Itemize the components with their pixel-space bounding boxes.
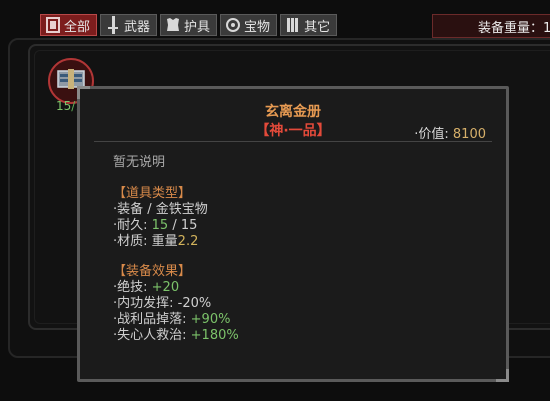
item-effect-row: ·绝技: +20	[113, 280, 239, 296]
tooltip-divider	[94, 141, 492, 142]
item-effect-value: +20	[151, 280, 180, 295]
tab-weapons-label: 武器	[124, 19, 151, 35]
armor-icon	[165, 16, 181, 34]
all-icon	[45, 16, 61, 34]
item-effect-value: -20%	[177, 296, 212, 311]
tooltip-body: 暂无说明 【道具类型】 ·装备 / 金铁宝物 ·耐久: 15 / 15 ·材质:…	[113, 155, 239, 344]
item-material-weight-label: 重量	[151, 234, 178, 249]
item-name: 玄离金册	[265, 104, 321, 120]
item-material-label: ·材质:	[113, 234, 148, 249]
item-durability: ·耐久: 15 / 15	[113, 218, 239, 234]
item-effect-title: 【装备效果】	[113, 264, 192, 279]
tooltip-corner-bottom-right	[496, 369, 509, 382]
item-effect-label: ·绝技:	[113, 280, 148, 295]
tooltip-corner-top-left	[77, 86, 90, 99]
item-durability-label: ·耐久:	[113, 218, 148, 233]
tab-all[interactable]: 全部	[40, 14, 98, 36]
item-price-value: 8100	[452, 127, 486, 142]
tab-armor-label: 护具	[184, 19, 211, 35]
other-icon	[285, 16, 301, 34]
item-effect-row: ·内功发挥: -20%	[113, 296, 239, 312]
inventory-screen: 全部 武器 护具 宝物 其它 装备重量：1 15/ 玄离金册 【神·一品】 ·价…	[0, 0, 550, 401]
treasure-icon	[225, 16, 241, 34]
equipment-weight: 装备重量：1	[432, 14, 550, 38]
item-effect-row: ·失心人救治: +180%	[113, 328, 239, 344]
category-tabs: 全部 武器 护具 宝物 其它	[40, 14, 338, 36]
item-effect-row: ·战利品掉落: +90%	[113, 312, 239, 328]
tab-armor[interactable]: 护具	[160, 14, 218, 36]
item-effect-value: +90%	[190, 312, 231, 327]
tab-treasure[interactable]: 宝物	[220, 14, 278, 36]
item-price-label: ·价值:	[414, 127, 449, 142]
tab-other[interactable]: 其它	[280, 14, 338, 36]
item-material-weight-value: 2.2	[177, 234, 199, 249]
tab-other-label: 其它	[304, 19, 331, 35]
item-tooltip: 玄离金册 【神·一品】 ·价值: 8100 暂无说明 【道具类型】 ·装备 / …	[77, 86, 509, 382]
item-kind: ·装备 / 金铁宝物	[113, 202, 208, 217]
sword-icon	[105, 16, 121, 34]
item-type-title: 【道具类型】	[113, 186, 192, 201]
tab-all-label: 全部	[64, 19, 91, 35]
item-effect-label: ·战利品掉落:	[113, 312, 187, 327]
item-material: ·材质: 重量2.2	[113, 234, 239, 250]
tab-weapons[interactable]: 武器	[100, 14, 158, 36]
equipment-weight-label: 装备重量：1	[478, 20, 550, 36]
item-effect-value: +180%	[190, 328, 239, 343]
item-durability-current: 15	[151, 218, 169, 233]
item-durability-max: / 15	[168, 218, 198, 233]
item-description: 暂无说明	[113, 155, 166, 170]
item-effect-label: ·内功发挥:	[113, 296, 174, 311]
item-price: ·价值: 8100	[414, 123, 486, 142]
tab-treasure-label: 宝物	[244, 19, 271, 35]
item-effect-label: ·失心人救治:	[113, 328, 187, 343]
